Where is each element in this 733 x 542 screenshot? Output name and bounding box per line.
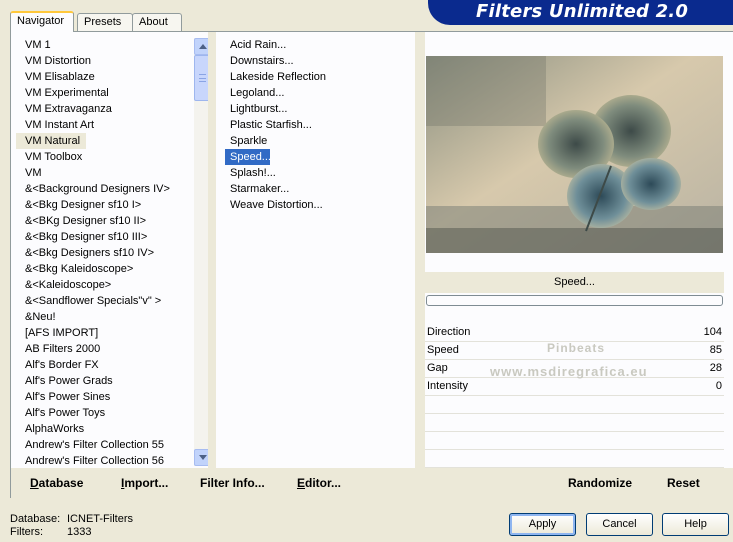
category-list[interactable]: VM 1 VM Distortion VM Elisablaze VM Experim…: [16, 37, 204, 467]
param-row-empty[interactable]: [425, 396, 724, 414]
reset-button[interactable]: Reset: [667, 476, 700, 490]
filter-item[interactable]: Plastic Starfish...: [225, 117, 405, 133]
arrow-up-icon: [199, 44, 207, 49]
current-filter-name: Speed...: [425, 272, 724, 293]
database-status-value: ICNET-Filters: [67, 513, 133, 525]
category-item[interactable]: AB Filters 2000: [16, 341, 204, 357]
title-banner: Filters Unlimited 2.0: [428, 0, 733, 25]
filter-list[interactable]: Acid Rain... Downstairs... Lakeside Reflec…: [225, 37, 405, 467]
param-row[interactable]: Intensity 0: [425, 378, 724, 396]
filter-item[interactable]: Lightburst...: [225, 101, 405, 117]
filter-item[interactable]: Legoland...: [225, 85, 405, 101]
filter-info-button[interactable]: Filter Info...: [200, 476, 265, 490]
help-button[interactable]: Help: [662, 513, 729, 536]
param-row-empty[interactable]: [425, 414, 724, 432]
category-item[interactable]: Alf's Border FX: [16, 357, 204, 373]
filter-info-label: Filter Info...: [200, 476, 265, 490]
category-item[interactable]: Alf's Power Toys: [16, 405, 204, 421]
banner-title: Filters Unlimited 2.0: [476, 1, 689, 22]
database-status-label: Database:: [10, 513, 61, 525]
category-item[interactable]: &<Bkg Designer sf10 I>: [16, 197, 204, 213]
cancel-button[interactable]: Cancel: [586, 513, 653, 536]
watermark-line-2: www.msdiregrafica.eu: [490, 364, 648, 379]
category-item[interactable]: VM Instant Art: [16, 117, 204, 133]
param-value: 28: [709, 362, 722, 374]
param-row-empty[interactable]: [425, 432, 724, 450]
progress-bar: [426, 295, 723, 306]
category-item[interactable]: VM Natural: [16, 133, 86, 149]
tab-presets[interactable]: Presets: [77, 13, 133, 31]
param-label: Speed: [427, 344, 459, 356]
filter-item[interactable]: Weave Distortion...: [225, 197, 405, 213]
filter-item[interactable]: Splash!...: [225, 165, 405, 181]
filter-item[interactable]: Downstairs...: [225, 53, 405, 69]
watermark-line-1: Pinbeats: [547, 341, 606, 355]
import-label: mport...: [124, 476, 169, 490]
category-item[interactable]: &Neu!: [16, 309, 204, 325]
category-item[interactable]: VM Toolbox: [16, 149, 204, 165]
filters-status-label: Filters:: [10, 526, 43, 538]
apply-button[interactable]: Apply: [509, 513, 576, 536]
column-divider: [415, 32, 425, 468]
preview-artwork: [426, 56, 723, 253]
tab-navigator[interactable]: Navigator: [10, 11, 74, 32]
tab-about[interactable]: About: [132, 13, 182, 31]
category-item[interactable]: &<Background Designers IV>: [16, 181, 204, 197]
category-item[interactable]: VM: [16, 165, 204, 181]
filter-item[interactable]: Starmaker...: [225, 181, 405, 197]
category-item[interactable]: Alf's Power Grads: [16, 373, 204, 389]
param-label: Gap: [427, 362, 448, 374]
category-item[interactable]: VM Experimental: [16, 85, 204, 101]
editor-label: ditor...: [305, 476, 342, 490]
database-button[interactable]: Database: [30, 476, 83, 490]
filter-item[interactable]: Lakeside Reflection: [225, 69, 405, 85]
param-label: Direction: [427, 326, 471, 338]
preview-image: [426, 56, 723, 253]
category-item[interactable]: &<Kaleidoscope>: [16, 277, 204, 293]
navigator-panel: VM 1 VM Distortion VM Elisablaze VM Experim…: [10, 31, 733, 499]
category-item[interactable]: Andrew's Filter Collection 55: [16, 437, 204, 453]
category-item[interactable]: VM Elisablaze: [16, 69, 204, 85]
category-item[interactable]: &<Bkg Kaleidoscope>: [16, 261, 204, 277]
category-item[interactable]: VM 1: [16, 37, 204, 53]
editor-mnemonic: E: [297, 476, 306, 490]
category-item[interactable]: &<BKg Designer sf10 II>: [16, 213, 204, 229]
param-value: 104: [703, 326, 722, 338]
column-divider: [208, 32, 216, 468]
category-item[interactable]: &<Sandflower Specials"v" >: [16, 293, 204, 309]
filter-item[interactable]: Sparkle: [225, 133, 405, 149]
filter-item[interactable]: Acid Rain...: [225, 37, 405, 53]
grip-icon: [199, 74, 206, 82]
category-item[interactable]: VM Distortion: [16, 53, 204, 69]
filters-count: 1333: [67, 526, 92, 538]
category-item[interactable]: [AFS IMPORT]: [16, 325, 204, 341]
preview-area: Speed... Direction 104 Speed 85 Gap 28 Intensi…: [425, 32, 733, 468]
category-item[interactable]: VM Extravaganza: [16, 101, 204, 117]
param-row-empty[interactable]: [425, 450, 724, 468]
database-mnemonic: D: [30, 476, 39, 490]
param-value: 85: [709, 344, 722, 356]
category-item[interactable]: &<Bkg Designers sf10 IV>: [16, 245, 204, 261]
category-item[interactable]: Andrew's Filter Collection 56: [16, 453, 204, 467]
editor-button[interactable]: Editor...: [297, 476, 341, 490]
category-item[interactable]: AlphaWorks: [16, 421, 204, 437]
randomize-button[interactable]: Randomize: [568, 476, 632, 490]
filter-item[interactable]: Speed...: [225, 149, 271, 165]
category-item[interactable]: Alf's Power Sines: [16, 389, 204, 405]
arrow-down-icon: [199, 455, 207, 460]
import-button[interactable]: Import...: [121, 476, 168, 490]
param-row[interactable]: Direction 104: [425, 324, 724, 342]
status-info: Database: ICNET-Filters Filters: 1333: [10, 513, 133, 539]
category-item[interactable]: &<Bkg Designer sf10 III>: [16, 229, 204, 245]
database-label: atabase: [38, 476, 84, 490]
param-label: Intensity: [427, 380, 468, 392]
param-value: 0: [715, 380, 722, 392]
